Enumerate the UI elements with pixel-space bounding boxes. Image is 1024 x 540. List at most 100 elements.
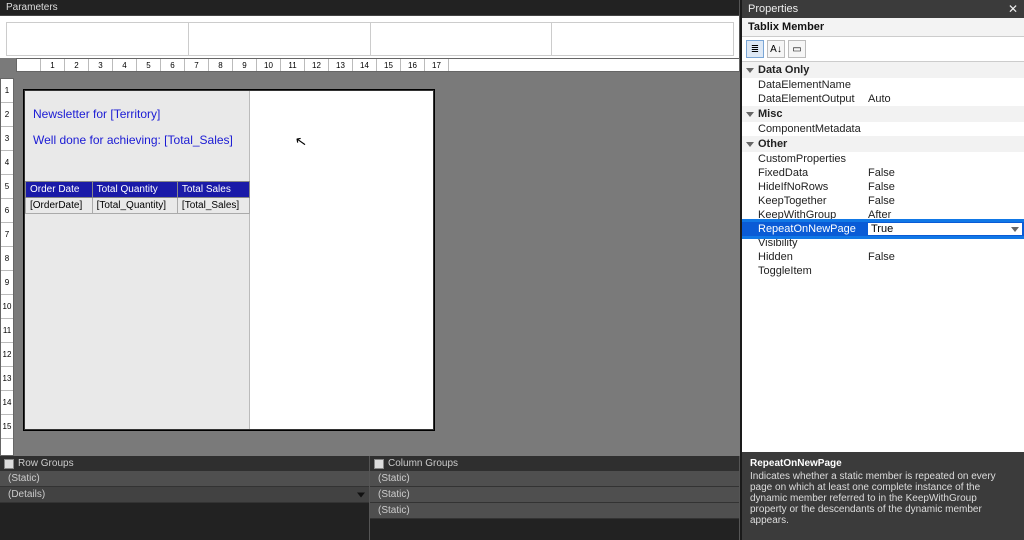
property-row[interactable]: CustomProperties	[742, 152, 1024, 166]
rows-icon	[4, 459, 14, 469]
column-groups-list[interactable]: (Static)(Static)(Static)	[370, 471, 739, 519]
textbox-area[interactable]: Newsletter for [Territory] Well done for…	[25, 101, 250, 165]
property-row[interactable]: FixedDataFalse	[742, 166, 1024, 180]
ruler-vertical: 123456789101112131415	[0, 78, 14, 456]
row-group-item[interactable]: (Details)	[0, 487, 369, 503]
property-value[interactable]: After	[868, 209, 1022, 221]
help-title: RepeatOnNewPage	[750, 458, 1016, 469]
property-row[interactable]: HideIfNoRowsFalse	[742, 180, 1024, 194]
properties-help: RepeatOnNewPage Indicates whether a stat…	[742, 452, 1024, 540]
param-cell[interactable]	[370, 22, 553, 56]
param-cell[interactable]	[188, 22, 371, 56]
property-value[interactable]: False	[868, 195, 1022, 207]
tablix[interactable]: Order Date Total Quantity Total Sales [O…	[25, 181, 250, 214]
row-groups-title: Row Groups	[18, 458, 74, 469]
tablix-header-cell[interactable]: Total Sales	[177, 182, 249, 198]
property-row[interactable]: DataElementName	[742, 78, 1024, 92]
property-category[interactable]: Data Only	[742, 62, 1024, 78]
parameters-grid[interactable]	[0, 16, 739, 62]
tablix-data-cell[interactable]: [OrderDate]	[26, 198, 93, 214]
property-category[interactable]: Misc	[742, 106, 1024, 122]
property-name: CustomProperties	[758, 153, 868, 165]
textbox-line[interactable]: Newsletter for [Territory]	[33, 107, 242, 121]
report-canvas[interactable]: Newsletter for [Territory] Well done for…	[24, 90, 434, 430]
property-value[interactable]: True	[868, 223, 1022, 235]
row-groups-list[interactable]: (Static)(Details)	[0, 471, 369, 503]
cursor-icon: ↖	[294, 132, 309, 151]
property-name: DataElementOutput	[758, 93, 868, 105]
property-row[interactable]: Visibility	[742, 236, 1024, 250]
property-pages-button[interactable]: ▭	[788, 40, 806, 58]
properties-titlebar[interactable]: Properties ✕	[742, 0, 1024, 18]
page-icon: ▭	[792, 44, 801, 55]
design-surface[interactable]: 123456789101112131415 Newsletter for [Te…	[0, 78, 740, 456]
tablix-header-cell[interactable]: Total Quantity	[92, 182, 177, 198]
property-name: ComponentMetadata	[758, 123, 868, 135]
property-name: FixedData	[758, 167, 868, 179]
alphabetical-button[interactable]: A↓	[767, 40, 785, 58]
properties-panel: Properties ✕ Tablix Member ≣ A↓ ▭ Data O…	[740, 0, 1024, 540]
chevron-down-icon	[746, 142, 754, 147]
properties-title: Properties	[748, 3, 798, 15]
property-row[interactable]: KeepWithGroupAfter	[742, 208, 1024, 222]
row-group-item[interactable]: (Static)	[0, 471, 369, 487]
column-group-item[interactable]: (Static)	[370, 471, 739, 487]
param-cell[interactable]	[551, 22, 734, 56]
property-category[interactable]: Other	[742, 136, 1024, 152]
column-group-item[interactable]: (Static)	[370, 503, 739, 519]
chevron-down-icon	[746, 112, 754, 117]
property-row[interactable]: ComponentMetadata	[742, 122, 1024, 136]
tablix-data-cell[interactable]: [Total_Quantity]	[92, 198, 177, 214]
property-value[interactable]	[868, 237, 1022, 249]
properties-toolbar: ≣ A↓ ▭	[742, 37, 1024, 62]
property-row[interactable]: DataElementOutputAuto	[742, 92, 1024, 106]
tablix-header-cell[interactable]: Order Date	[26, 182, 93, 198]
group-panels: Row Groups (Static)(Details) Column Grou…	[0, 456, 740, 540]
tablix-data-row[interactable]: [OrderDate] [Total_Quantity] [Total_Sale…	[26, 198, 250, 214]
sort-icon: A↓	[770, 44, 782, 55]
property-value[interactable]	[868, 265, 1022, 277]
property-value[interactable]: False	[868, 181, 1022, 193]
property-name: Visibility	[758, 237, 868, 249]
property-value[interactable]: False	[868, 167, 1022, 179]
property-row[interactable]: KeepTogetherFalse	[742, 194, 1024, 208]
property-value[interactable]: False	[868, 251, 1022, 263]
parameters-title: Parameters	[0, 0, 739, 16]
properties-object[interactable]: Tablix Member	[742, 18, 1024, 37]
property-value[interactable]: Auto	[868, 93, 1022, 105]
property-row[interactable]: RepeatOnNewPageTrue	[742, 222, 1024, 236]
column-group-item[interactable]: (Static)	[370, 487, 739, 503]
row-groups-header: Row Groups	[0, 456, 369, 471]
param-cell[interactable]	[6, 22, 189, 56]
categorized-icon: ≣	[751, 44, 759, 55]
help-body: Indicates whether a static member is rep…	[750, 471, 1016, 526]
close-icon[interactable]: ✕	[1008, 4, 1018, 14]
properties-grid[interactable]: Data OnlyDataElementNameDataElementOutpu…	[742, 62, 1024, 452]
property-value[interactable]	[868, 153, 1022, 165]
parameters-panel: Parameters	[0, 0, 740, 62]
property-name: KeepWithGroup	[758, 209, 868, 221]
tablix-data-cell[interactable]: [Total_Sales]	[177, 198, 249, 214]
ruler-horizontal-area: 1234567891011121314151617	[0, 58, 740, 78]
columns-icon	[374, 459, 384, 469]
property-row[interactable]: ToggleItem	[742, 264, 1024, 278]
property-name: Hidden	[758, 251, 868, 263]
property-row[interactable]: HiddenFalse	[742, 250, 1024, 264]
property-name: ToggleItem	[758, 265, 868, 277]
report-body[interactable]: Newsletter for [Territory] Well done for…	[25, 91, 250, 429]
property-value[interactable]	[868, 79, 1022, 91]
chevron-down-icon	[746, 68, 754, 73]
row-groups-pane[interactable]: Row Groups (Static)(Details)	[0, 456, 370, 540]
tablix-header-row[interactable]: Order Date Total Quantity Total Sales	[26, 182, 250, 198]
textbox-line[interactable]: Well done for achieving: [Total_Sales]	[33, 133, 242, 147]
property-value[interactable]	[868, 123, 1022, 135]
categorized-button[interactable]: ≣	[746, 40, 764, 58]
property-name: DataElementName	[758, 79, 868, 91]
property-name: RepeatOnNewPage	[758, 223, 868, 235]
column-groups-header: Column Groups	[370, 456, 739, 471]
property-name: KeepTogether	[758, 195, 868, 207]
property-name: HideIfNoRows	[758, 181, 868, 193]
ruler-horizontal: 1234567891011121314151617	[16, 58, 740, 72]
column-groups-pane[interactable]: Column Groups (Static)(Static)(Static)	[370, 456, 740, 540]
column-groups-title: Column Groups	[388, 458, 458, 469]
